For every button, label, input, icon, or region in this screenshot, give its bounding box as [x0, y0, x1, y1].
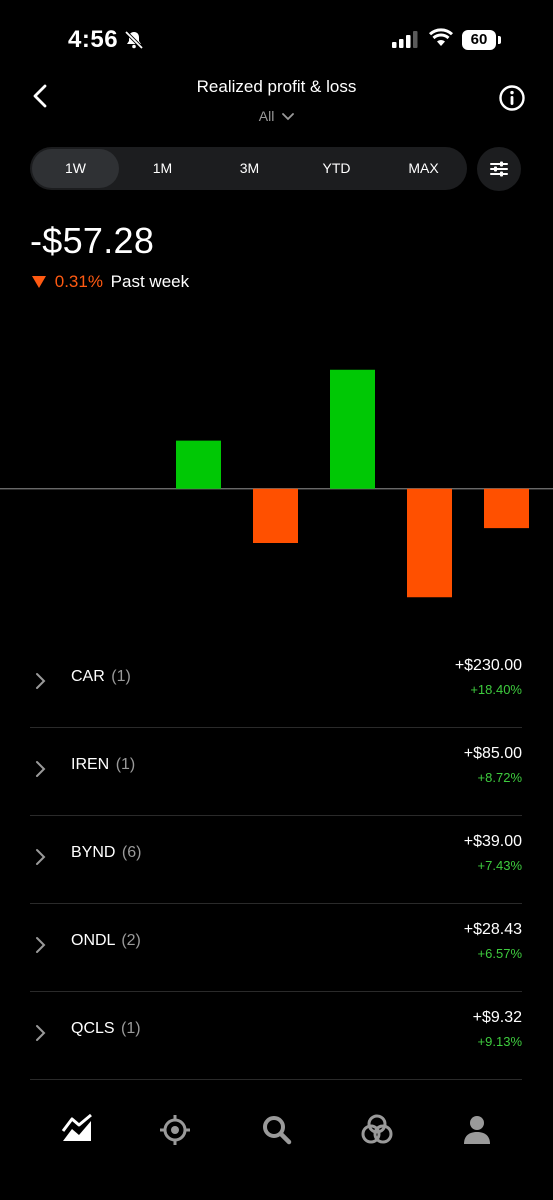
symbol-label: IREN (1) — [71, 756, 135, 774]
period-tab-3m[interactable]: 3M — [206, 147, 293, 190]
account-filter-label: All — [258, 108, 275, 124]
chart-bar[interactable] — [176, 440, 221, 489]
chevron-right-icon — [36, 849, 46, 865]
list-item[interactable]: BYND (6) +$39.00 +7.43% — [30, 816, 522, 904]
realized-percent: +9.13% — [477, 1034, 522, 1049]
realized-percent: +18.40% — [470, 682, 522, 697]
status-bar: 4:56 60 — [0, 0, 553, 80]
period-tab-ytd[interactable]: YTD — [293, 147, 380, 190]
trade-count: (1) — [115, 756, 136, 773]
positions-list: CAR (1) +$230.00 +18.40% IREN (1) +$85.0… — [30, 640, 522, 1080]
wifi-icon — [428, 28, 454, 46]
symbol-ticker: CAR — [71, 668, 105, 685]
investing-icon — [61, 1113, 92, 1141]
period-tab-1w[interactable]: 1W — [32, 149, 119, 188]
account-filter-dropdown[interactable]: All — [0, 108, 553, 124]
chart-bar[interactable] — [484, 488, 529, 529]
symbol-label: ONDL (2) — [71, 932, 141, 950]
bell-muted-icon — [124, 30, 144, 50]
bottom-tab-bar — [0, 1105, 553, 1155]
battery-indicator: 60 — [462, 30, 496, 50]
symbol-ticker: BYND — [71, 844, 116, 861]
page-title: Realized profit & loss — [196, 77, 357, 96]
list-item[interactable]: CAR (1) +$230.00 +18.40% — [30, 640, 522, 728]
pl-bar-chart — [0, 369, 553, 598]
chevron-right-icon — [36, 937, 46, 953]
tab-account[interactable] — [456, 1105, 496, 1155]
symbol-label: CAR (1) — [71, 668, 131, 686]
tab-network[interactable] — [356, 1105, 396, 1155]
period-selector: 1W 1M 3M YTD MAX — [30, 147, 467, 190]
symbol-label: BYND (6) — [71, 844, 141, 862]
battery-cap — [498, 36, 501, 44]
realized-value: +$9.32 — [472, 1009, 522, 1026]
chart-bar[interactable] — [330, 369, 375, 489]
chart-settings-button[interactable] — [477, 147, 521, 191]
signal-icon — [392, 31, 418, 48]
change-percent: 0.31% — [54, 272, 103, 291]
status-time: 4:56 — [68, 26, 119, 53]
sliders-icon — [490, 161, 508, 177]
realized-value: +$85.00 — [463, 745, 522, 762]
realized-percent: +8.72% — [477, 770, 522, 785]
pl-change: 0.31% Past week — [32, 272, 189, 292]
period-tab-1m[interactable]: 1M — [119, 147, 206, 190]
realized-pl-amount: -$57.28 — [30, 220, 155, 261]
account-icon — [464, 1116, 490, 1144]
info-icon[interactable] — [498, 84, 526, 112]
tab-crypto[interactable] — [154, 1105, 194, 1155]
chevron-right-icon — [36, 761, 46, 777]
list-item[interactable]: QCLS (1) +$9.32 +9.13% — [30, 992, 522, 1080]
chart-bar[interactable] — [407, 488, 452, 598]
trade-count: (6) — [121, 844, 142, 861]
trade-count: (2) — [121, 932, 141, 949]
list-item[interactable]: IREN (1) +$85.00 +8.72% — [30, 728, 522, 816]
realized-value: +$230.00 — [454, 657, 522, 674]
realized-percent: +6.57% — [477, 946, 522, 961]
symbol-ticker: ONDL — [71, 932, 115, 949]
down-triangle-icon — [32, 276, 46, 288]
tab-search[interactable] — [256, 1105, 296, 1155]
realized-value: +$28.43 — [463, 921, 522, 938]
chevron-right-icon — [36, 1025, 46, 1041]
change-period-label: Past week — [110, 272, 190, 291]
search-icon — [263, 1116, 292, 1145]
tab-investing[interactable] — [56, 1105, 96, 1155]
symbol-ticker: IREN — [71, 756, 110, 773]
chevron-right-icon — [36, 673, 46, 689]
symbol-ticker: QCLS — [71, 1020, 115, 1037]
symbol-label: QCLS (1) — [71, 1020, 141, 1038]
realized-value: +$39.00 — [463, 833, 522, 850]
network-icon — [361, 1114, 393, 1144]
crypto-icon — [160, 1115, 190, 1145]
trade-count: (1) — [121, 1020, 141, 1037]
chart-bar[interactable] — [253, 488, 298, 543]
list-item[interactable]: ONDL (2) +$28.43 +6.57% — [30, 904, 522, 992]
chevron-down-icon — [282, 113, 295, 121]
period-tab-max[interactable]: MAX — [380, 147, 467, 190]
realized-percent: +7.43% — [477, 858, 522, 873]
trade-count: (1) — [111, 668, 131, 685]
